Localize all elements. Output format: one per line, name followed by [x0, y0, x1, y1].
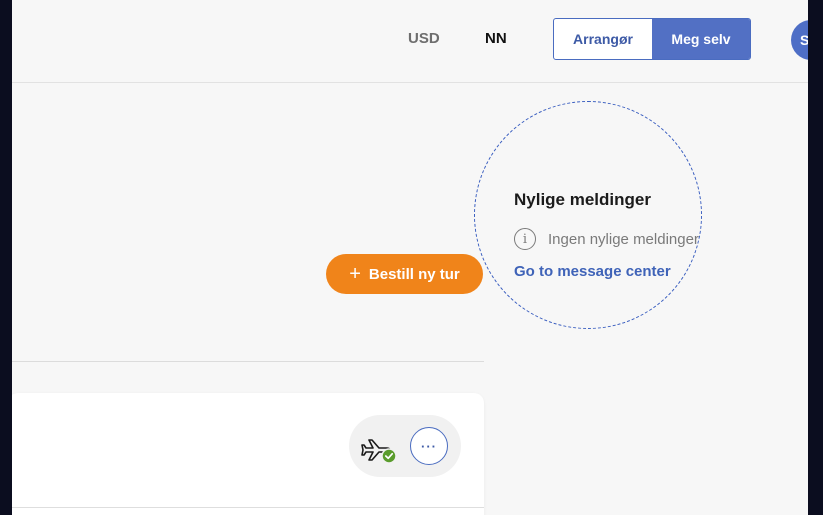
section-divider — [12, 361, 484, 362]
currency-selector[interactable]: USD — [408, 30, 440, 47]
role-toggle: Arrangør Meg selv — [553, 18, 751, 60]
plus-icon: + — [349, 263, 361, 285]
card-divider — [12, 507, 484, 508]
no-messages-text: Ingen nylige meldinger — [548, 230, 699, 248]
top-bar: USD NN Arrangør Meg selv SS — [12, 0, 808, 83]
more-options-button[interactable]: ··· — [410, 427, 448, 465]
trip-card-actions: ··· — [349, 415, 461, 477]
no-messages-row: i Ingen nylige meldinger — [514, 228, 699, 250]
info-icon: i — [514, 228, 536, 250]
role-option-self[interactable]: Meg selv — [652, 19, 750, 59]
recent-messages-title: Nylige meldinger — [514, 190, 651, 209]
book-new-trip-label: Bestill ny tur — [368, 265, 460, 283]
message-center-link[interactable]: Go to message center — [514, 263, 699, 280]
book-new-trip-button[interactable]: + Bestill ny tur — [326, 254, 483, 294]
role-option-arranger[interactable]: Arrangør — [554, 19, 652, 59]
language-selector[interactable]: NN — [485, 30, 507, 47]
recent-messages-panel: Nylige meldinger i Ingen nylige meldinge… — [514, 190, 699, 280]
app-window: USD NN Arrangør Meg selv SS + Bestill ny… — [12, 0, 808, 515]
flight-confirmed-icon — [361, 439, 397, 464]
avatar[interactable]: SS — [791, 20, 808, 60]
trip-card: ··· — [12, 393, 484, 515]
